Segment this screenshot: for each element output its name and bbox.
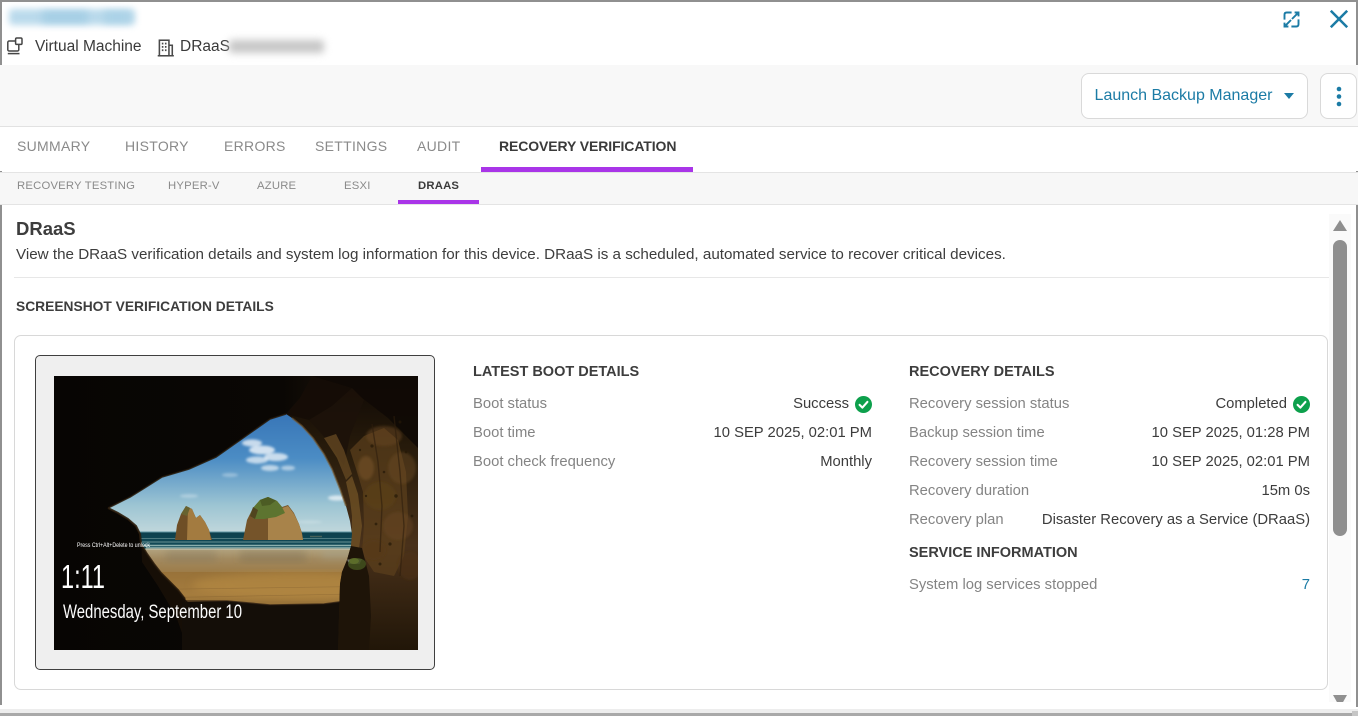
svg-text:Wednesday, September 10: Wednesday, September 10 bbox=[63, 601, 242, 623]
svg-text:Press Ctrl+Alt+Delete to unloc: Press Ctrl+Alt+Delete to unlock bbox=[77, 542, 151, 549]
svg-text:1:11: 1:11 bbox=[61, 558, 105, 595]
